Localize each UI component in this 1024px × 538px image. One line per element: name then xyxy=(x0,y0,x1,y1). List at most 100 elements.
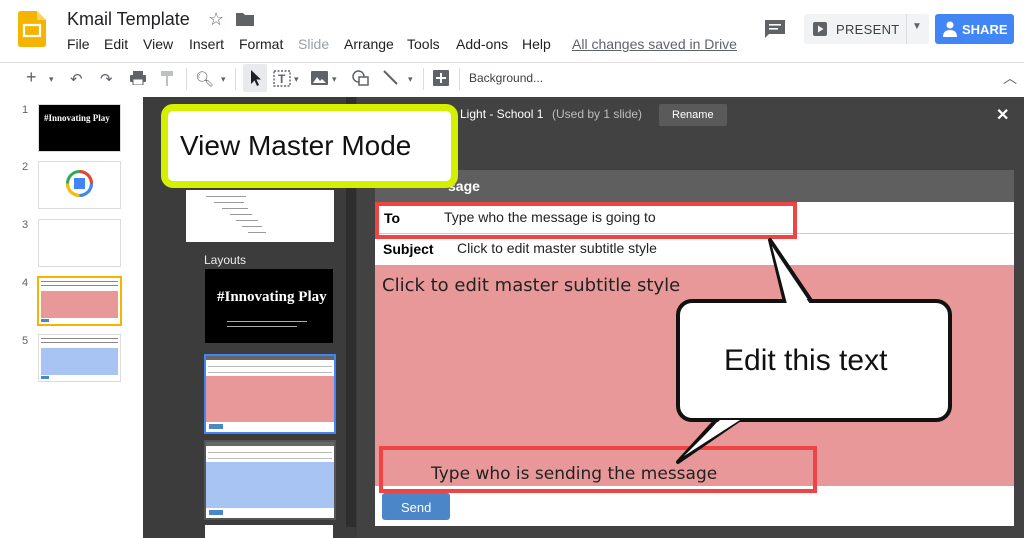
slide-number: 1 xyxy=(22,104,29,116)
slide-number: 4 xyxy=(22,277,29,289)
thumb-send xyxy=(209,424,223,429)
toolbar-separator xyxy=(235,68,236,90)
layout-thumbnail-kmail-blue[interactable] xyxy=(204,440,336,520)
menu-edit[interactable]: Edit xyxy=(104,36,128,52)
slide-number: 2 xyxy=(22,161,29,173)
slide-thumbnail-3[interactable] xyxy=(38,219,121,267)
slide-thumbnail-2[interactable] xyxy=(38,161,121,209)
new-slide-icon[interactable]: + xyxy=(26,67,37,88)
paint-format-icon[interactable] xyxy=(160,71,174,86)
thumb-line xyxy=(41,285,118,286)
thumb-line xyxy=(222,208,248,209)
slide-1-title: #Innovating Play xyxy=(44,113,110,123)
shape-icon[interactable] xyxy=(352,70,369,86)
subject-placeholder[interactable]: Click to edit master subtitle style xyxy=(457,240,657,256)
highlight-to-field xyxy=(375,202,797,239)
save-status-link[interactable]: All changes saved in Drive xyxy=(572,36,737,52)
thumb-line xyxy=(208,458,332,459)
message-body-placeholder[interactable]: Click to edit master subtitle style xyxy=(382,275,680,296)
thumb-send xyxy=(41,319,49,322)
undo-icon[interactable]: ↶ xyxy=(70,70,83,88)
thumb-header xyxy=(206,442,334,446)
thumb-body xyxy=(206,376,334,422)
new-slide-dropdown-icon[interactable]: ▾ xyxy=(49,74,54,85)
layout-thumbnail-next[interactable] xyxy=(205,525,333,538)
share-label: SHARE xyxy=(962,22,1008,37)
menu-format[interactable]: Format xyxy=(239,36,283,52)
thumb-line xyxy=(227,326,297,327)
image-dropdown-icon[interactable]: ▾ xyxy=(332,74,337,85)
image-icon[interactable] xyxy=(311,71,328,85)
print-icon[interactable] xyxy=(130,71,146,85)
thumb-line xyxy=(248,232,266,233)
svg-text:T: T xyxy=(278,72,286,86)
thumb-line xyxy=(230,214,252,215)
slide-thumbnail-5[interactable] xyxy=(38,334,121,382)
folder-icon[interactable] xyxy=(236,12,254,26)
thumb-send xyxy=(209,510,223,515)
thumb-line xyxy=(206,196,246,197)
rename-label: Rename xyxy=(672,109,714,121)
close-icon[interactable]: ✕ xyxy=(996,105,1009,125)
slide-thumbnail-1[interactable]: #Innovating Play xyxy=(38,104,121,152)
menu-insert[interactable]: Insert xyxy=(189,36,224,52)
document-title[interactable]: Kmail Template xyxy=(67,9,190,30)
menu-add-ons[interactable]: Add-ons xyxy=(456,36,508,52)
text-box-dropdown-icon[interactable]: ▾ xyxy=(294,74,299,85)
send-label: Send xyxy=(401,500,432,515)
toolbar-separator xyxy=(423,68,424,90)
menu-slide[interactable]: Slide xyxy=(298,36,329,52)
layout-thumbnail-title[interactable]: #Innovating Play xyxy=(205,269,333,343)
comment-add-icon[interactable] xyxy=(433,70,449,86)
thumb-line xyxy=(227,321,307,322)
view-master-mode-text: View Master Mode xyxy=(180,130,412,161)
slides-logo-icon[interactable] xyxy=(18,11,46,47)
line-icon[interactable] xyxy=(383,70,398,85)
thumb-line xyxy=(236,220,258,221)
master-thumbnail[interactable] xyxy=(186,190,334,242)
thumb-line xyxy=(41,281,118,282)
slide-number: 5 xyxy=(22,335,29,347)
thumb-line xyxy=(242,226,262,227)
thumb-header xyxy=(206,356,334,360)
zoom-dropdown-icon[interactable]: ▾ xyxy=(221,74,226,85)
thumb-body xyxy=(41,348,118,375)
layouts-heading: Layouts xyxy=(204,253,247,267)
star-icon[interactable]: ☆ xyxy=(208,9,224,30)
subject-label: Subject xyxy=(383,241,434,257)
thumb-line xyxy=(208,366,332,367)
thumb-line xyxy=(208,452,332,453)
present-label: PRESENT xyxy=(836,22,900,37)
thumb-line xyxy=(41,342,118,343)
line-dropdown-icon[interactable]: ▾ xyxy=(408,74,413,85)
slide-number: 3 xyxy=(22,219,29,231)
thumb-line xyxy=(214,202,244,203)
toolbar-separator xyxy=(186,68,187,90)
text-box-icon[interactable]: T xyxy=(273,70,291,87)
thumb-send xyxy=(41,376,49,379)
chevron-down-icon: ▼ xyxy=(912,21,922,32)
background-button[interactable]: Background... xyxy=(469,71,543,85)
edit-this-text: Edit this text xyxy=(724,344,888,377)
theme-usage: (Used by 1 slide) xyxy=(552,107,643,121)
menu-help[interactable]: Help xyxy=(522,36,551,52)
menu-tools[interactable]: Tools xyxy=(407,36,440,52)
zoom-icon[interactable]: 🔍︎ xyxy=(195,70,214,88)
comment-icon[interactable] xyxy=(764,19,786,39)
kmail-logo-icon xyxy=(66,170,93,197)
present-play-icon xyxy=(813,22,827,36)
menu-arrange[interactable]: Arrange xyxy=(344,36,394,52)
layout-logo-text: #Innovating Play xyxy=(217,289,327,305)
person-icon xyxy=(943,21,957,37)
thumb-body xyxy=(206,462,334,508)
menu-file[interactable]: File xyxy=(67,36,90,52)
collapse-menu-icon[interactable]: ︿ xyxy=(1003,68,1017,88)
slide-thumbnail-4[interactable] xyxy=(37,276,122,326)
menu-view[interactable]: View xyxy=(143,36,173,52)
cursor-icon xyxy=(251,70,261,86)
thumb-line xyxy=(41,338,118,339)
layout-thumbnail-kmail-pink[interactable] xyxy=(204,354,336,434)
thumb-body xyxy=(41,291,118,318)
redo-icon[interactable]: ↷ xyxy=(100,70,113,88)
theme-name: Light - School 1 xyxy=(460,107,544,121)
